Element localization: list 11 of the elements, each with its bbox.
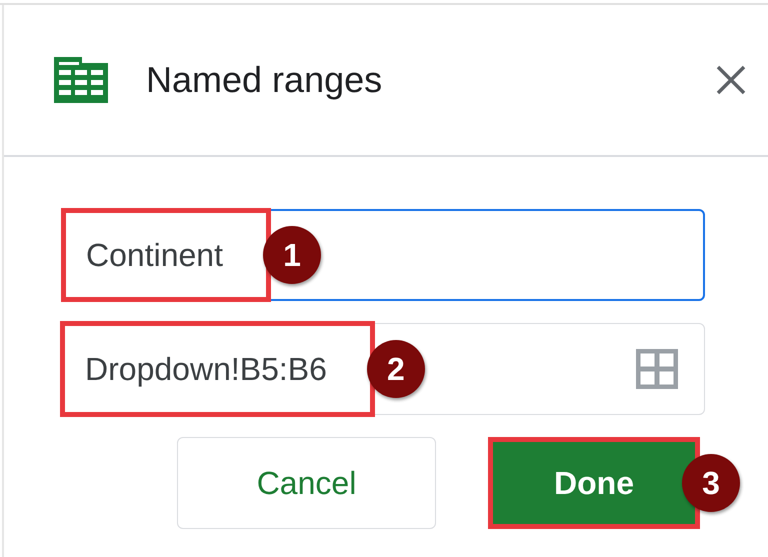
- spreadsheet-icon: [54, 57, 108, 103]
- input-field[interactable]: Dropdown!B5:B6 2: [61, 323, 705, 415]
- close-icon[interactable]: [716, 65, 746, 95]
- step-badge: 2: [366, 340, 425, 398]
- dialog-title: Named ranges: [146, 59, 384, 101]
- grid-icon[interactable]: [636, 349, 678, 389]
- input-field[interactable]: Continent 1: [61, 209, 705, 301]
- done-button[interactable]: Done: [488, 437, 700, 529]
- step-badge: 3: [682, 454, 740, 512]
- cancel-button[interactable]: Cancel: [177, 437, 436, 529]
- step-badge: 1: [262, 226, 321, 284]
